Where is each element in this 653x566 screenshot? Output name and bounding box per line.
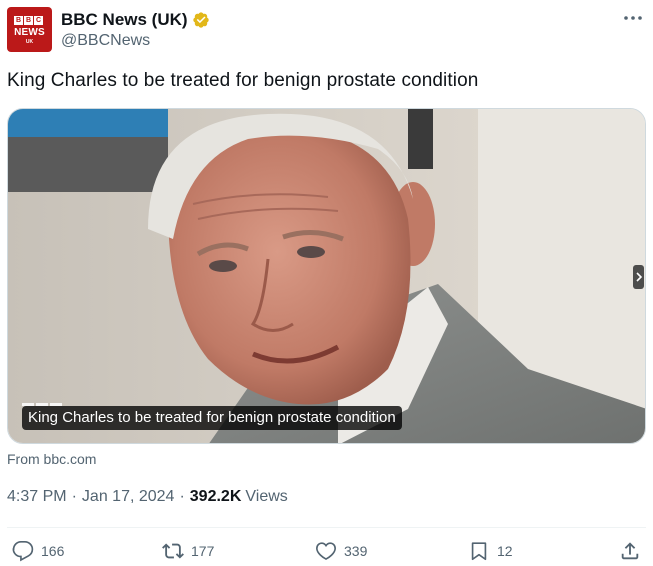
reply-count: 166 xyxy=(41,543,65,559)
bookmark-button[interactable]: 12 xyxy=(468,540,513,562)
tweet-header: B B C NEWS UK BBC News (UK) @BBCNews xyxy=(7,7,645,53)
like-button[interactable]: 339 xyxy=(315,540,367,562)
retweet-count: 177 xyxy=(191,543,215,559)
tweet-meta: 4:37 PM · Jan 17, 2024 · 392.2K Views xyxy=(7,488,288,506)
like-count: 339 xyxy=(344,543,368,559)
bbc-logo: B B C xyxy=(14,16,43,25)
news-photo xyxy=(8,109,645,443)
next-image-button[interactable] xyxy=(633,265,644,289)
tweet-time[interactable]: 4:37 PM xyxy=(7,488,67,506)
share-icon xyxy=(621,542,639,560)
views-count: 392.2K xyxy=(189,488,242,505)
display-name[interactable]: BBC News (UK) xyxy=(61,10,188,30)
logo-news-text: NEWS xyxy=(14,27,45,38)
logo-region-text: UK xyxy=(25,39,34,45)
share-button[interactable] xyxy=(619,540,641,562)
retweet-icon xyxy=(162,543,184,559)
more-button[interactable] xyxy=(621,7,645,29)
views-label: Views xyxy=(245,488,288,505)
bookmark-count: 12 xyxy=(497,543,513,559)
chevron-right-icon xyxy=(635,272,642,282)
more-icon xyxy=(624,16,642,20)
divider xyxy=(7,527,646,528)
reply-button[interactable]: 166 xyxy=(12,540,64,562)
logo-letter: B xyxy=(24,16,33,25)
action-bar: 166 177 339 12 xyxy=(0,540,653,566)
tweet-date[interactable]: Jan 17, 2024 xyxy=(82,488,175,506)
media-caption: King Charles to be treated for benign pr… xyxy=(22,406,402,430)
separator: · xyxy=(71,488,77,505)
author-info: BBC News (UK) @BBCNews xyxy=(61,7,210,53)
separator: · xyxy=(179,488,185,505)
link-source[interactable]: From bbc.com xyxy=(7,451,96,467)
like-icon xyxy=(316,542,336,560)
avatar[interactable]: B B C NEWS UK xyxy=(7,7,52,52)
verified-icon xyxy=(192,12,209,28)
handle[interactable]: @BBCNews xyxy=(61,32,210,50)
logo-letter: B xyxy=(14,16,23,25)
bookmark-icon xyxy=(471,542,487,561)
link-card-media[interactable]: King Charles to be treated for benign pr… xyxy=(7,108,646,444)
retweet-button[interactable]: 177 xyxy=(162,540,214,562)
logo-letter: C xyxy=(34,16,43,25)
tweet-text: King Charles to be treated for benign pr… xyxy=(7,70,479,91)
reply-icon xyxy=(12,541,34,562)
